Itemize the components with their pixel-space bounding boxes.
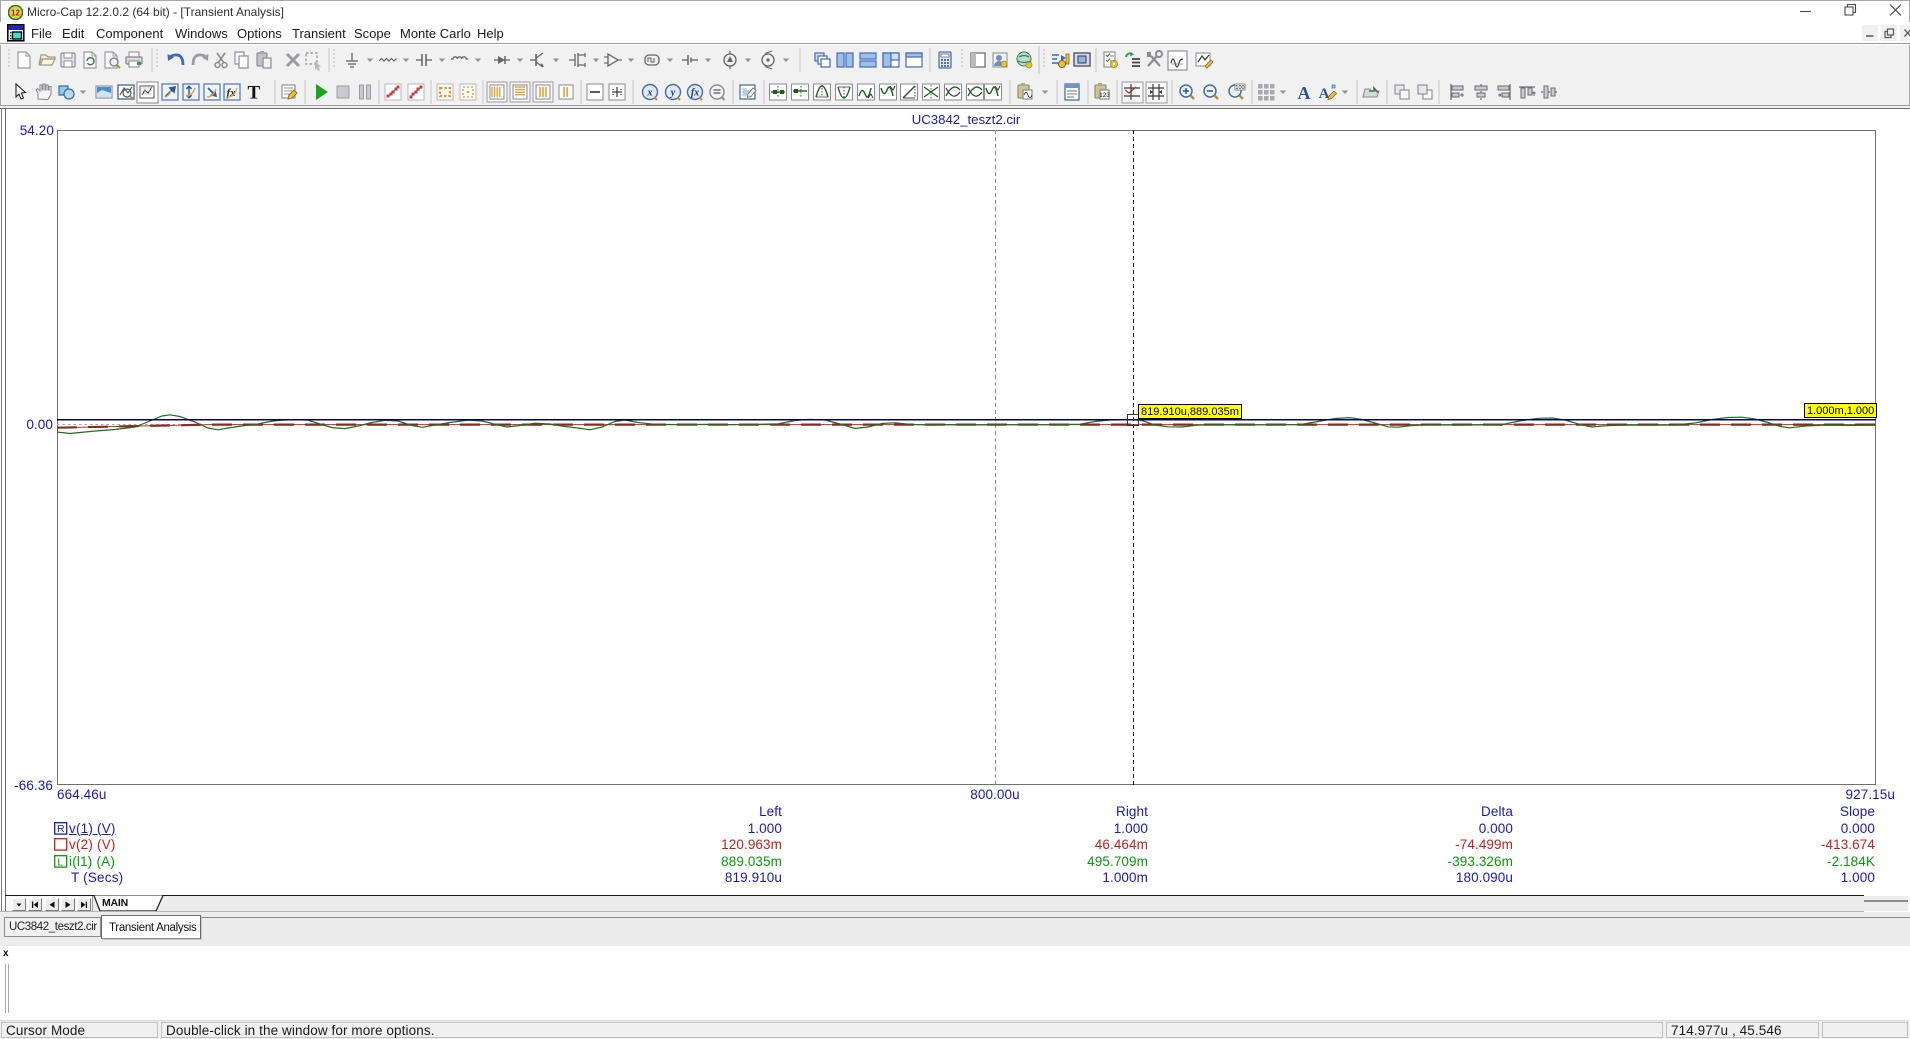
- svg-text:123: 123: [1099, 92, 1110, 99]
- svg-text:L: L: [57, 856, 63, 868]
- svg-text:y: y: [670, 88, 676, 99]
- svg-text:T: T: [248, 83, 261, 104]
- svg-text:R: R: [57, 823, 65, 835]
- svg-text:A: A: [1298, 83, 1311, 103]
- svg-text:x: x: [647, 88, 653, 99]
- svg-text:fx: fx: [691, 88, 699, 99]
- svg-text:100: 100: [1235, 85, 1244, 91]
